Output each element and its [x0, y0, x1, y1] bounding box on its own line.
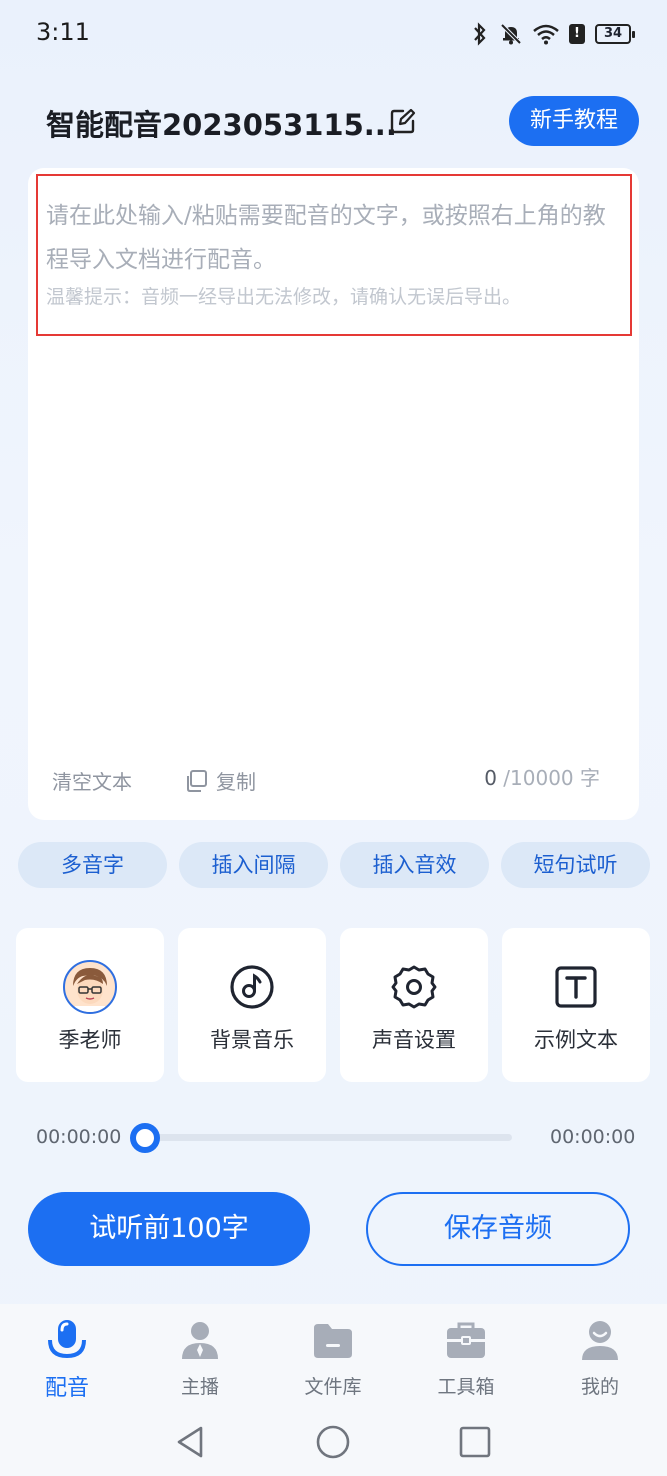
screen: 3:11 ! 34 智能配音2023053115... 新手教程 请在此处输入/…	[0, 0, 667, 1476]
editor-placeholder[interactable]: 请在此处输入/粘贴需要配音的文字，或按照右上角的教程导入文档进行配音。	[46, 194, 612, 282]
edit-icon[interactable]	[390, 108, 416, 134]
copy-label: 复制	[216, 770, 256, 794]
insert-pause-chip[interactable]: 插入间隔	[179, 842, 328, 888]
tab-mine[interactable]: 我的	[550, 1318, 650, 1399]
header: 智能配音2023053115... 新手教程	[0, 92, 667, 152]
status-bar: 3:11 ! 34	[0, 0, 667, 68]
copy-icon	[187, 769, 207, 792]
text-box-icon	[555, 966, 597, 1008]
char-count: 0	[484, 766, 497, 790]
tab-label: 主播	[180, 1376, 219, 1398]
tab-files[interactable]: 文件库	[283, 1318, 383, 1399]
tab-toolbox[interactable]: 工具箱	[416, 1318, 516, 1399]
tab-anchors[interactable]: 主播	[150, 1318, 250, 1399]
edit-chips: 多音字 插入间隔 插入音效 短句试听	[18, 842, 650, 888]
back-icon[interactable]	[173, 1424, 209, 1460]
current-time: 00:00:00	[36, 1126, 122, 1148]
save-audio-button[interactable]: 保存音频	[366, 1192, 630, 1266]
toolbox-icon	[447, 1322, 485, 1358]
tool-cards: 季老师 背景音乐 声音设置 示例文本	[16, 928, 650, 1082]
audio-player: 00:00:00 00:00:00	[0, 1118, 667, 1158]
bluetooth-icon	[474, 22, 486, 46]
voice-settings-label: 声音设置	[372, 1028, 456, 1052]
home-icon[interactable]	[315, 1424, 351, 1460]
bgm-card[interactable]: 背景音乐	[178, 928, 326, 1082]
tab-label: 工具箱	[437, 1376, 495, 1398]
copy-button[interactable]: 复制	[184, 766, 256, 795]
mute-bell-icon	[500, 23, 522, 45]
mic-icon	[48, 1320, 86, 1359]
sentence-preview-chip[interactable]: 短句试听	[501, 842, 650, 888]
editor-tip: 温馨提示：音频一经导出无法修改，请确认无误后导出。	[46, 286, 522, 308]
alert-icon: !	[569, 24, 585, 44]
preview-button[interactable]: 试听前100字	[28, 1192, 310, 1266]
recents-icon[interactable]	[457, 1424, 493, 1460]
editor-footer: 清空文本 复制 0 /10000 字	[52, 766, 622, 798]
total-time: 00:00:00	[550, 1126, 636, 1148]
polyphone-chip[interactable]: 多音字	[18, 842, 167, 888]
char-limit: /10000 字	[503, 766, 600, 790]
status-time: 3:11	[36, 18, 90, 46]
sample-text-label: 示例文本	[534, 1028, 618, 1052]
wifi-icon	[533, 24, 559, 45]
tab-dubbing[interactable]: 配音	[17, 1318, 117, 1402]
music-disc-icon	[230, 965, 274, 1009]
bottom-tab-bar: 配音 主播 文件库 工具箱 我的	[0, 1304, 667, 1410]
profile-icon	[582, 1321, 618, 1360]
project-title[interactable]: 智能配音2023053115...	[46, 102, 397, 144]
text-editor[interactable]: 请在此处输入/粘贴需要配音的文字，或按照右上角的教程导入文档进行配音。 温馨提示…	[28, 168, 639, 820]
tab-label: 文件库	[304, 1376, 362, 1398]
tutorial-button[interactable]: 新手教程	[509, 96, 639, 146]
status-icons: ! 34	[471, 18, 635, 50]
system-nav-bar	[0, 1410, 667, 1476]
voice-label: 季老师	[58, 1028, 122, 1052]
progress-knob[interactable]	[130, 1123, 160, 1153]
bgm-label: 背景音乐	[210, 1028, 294, 1052]
tab-label: 配音	[44, 1376, 89, 1401]
battery-icon: 34	[595, 24, 635, 44]
insert-sfx-chip[interactable]: 插入音效	[340, 842, 489, 888]
voice-avatar	[63, 960, 117, 1014]
voice-card[interactable]: 季老师	[16, 928, 164, 1082]
gear-icon	[391, 965, 437, 1009]
char-counter: 0 /10000 字	[484, 762, 600, 791]
voice-settings-card[interactable]: 声音设置	[340, 928, 488, 1082]
clear-text-button[interactable]: 清空文本	[52, 766, 132, 795]
folder-icon	[314, 1324, 352, 1358]
progress-track[interactable]	[140, 1134, 512, 1141]
person-icon	[182, 1322, 218, 1359]
sample-text-card[interactable]: 示例文本	[502, 928, 650, 1082]
tab-label: 我的	[580, 1376, 619, 1398]
